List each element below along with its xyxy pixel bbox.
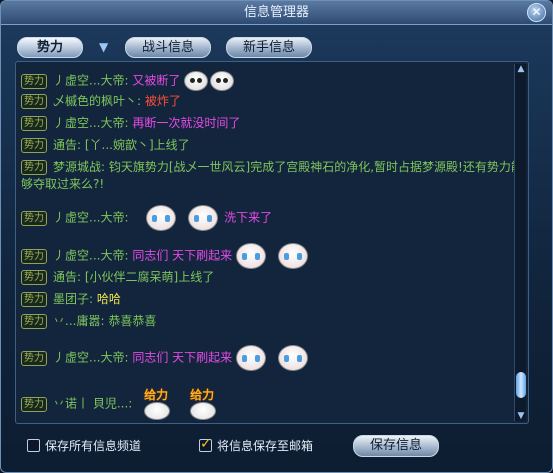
emoji-cry-icon (235, 243, 266, 269)
channel-tag: 势力 (21, 116, 47, 131)
list-item: 势力 墨团子: 哈哈 (21, 291, 527, 308)
save-to-mailbox-label[interactable]: 将信息保存至邮箱 (217, 437, 313, 454)
chat-scrollbar[interactable]: ▲ ▼ (514, 64, 526, 421)
save-info-button[interactable]: 保存信息 (353, 435, 439, 457)
message-sender[interactable]: 丷诺丨 貝児...: (53, 397, 132, 411)
message-sender: 通告: (53, 270, 82, 284)
chat-log-panel[interactable]: 势力 丿虚空...大帝: 又被断了 势力 乄槭色的枫叶丶: 被炸了 势力 丿虚空...… (15, 61, 529, 424)
scroll-up-arrow-icon[interactable]: ▲ (515, 64, 527, 74)
save-all-channels-checkbox[interactable] (27, 439, 40, 452)
message-sender: 梦源城战: (53, 160, 106, 174)
message-text: [丫...婉歆丶]上线了 (84, 138, 190, 152)
emoji-geili-icon: 给力 (182, 387, 224, 421)
list-item: 势力 丷...庸嚣: 恭喜恭喜 (21, 313, 527, 330)
tab-newbie-info[interactable]: 新手信息 (226, 37, 312, 58)
scroll-down-arrow-icon[interactable]: ▼ (515, 411, 527, 421)
scroll-thumb[interactable] (516, 372, 526, 398)
channel-tag: 势力 (21, 270, 47, 285)
tab-dropdown-arrow-icon[interactable]: ▼ (99, 40, 108, 54)
list-item: 势力 通告: [丫...婉歆丶]上线了 (21, 137, 527, 154)
channel-tag: 势力 (21, 94, 47, 109)
list-item: 势力 丿虚空...大帝: 洗下来了 (21, 205, 527, 231)
list-item: 势力 梦源城战: 钧天旗势力[战乄一世风云]完成了宫殿神石的净化,暂时占据梦源殿!… (21, 159, 527, 193)
emoji-cry-icon (146, 205, 177, 231)
message-text: 再断一次就没时间了 (132, 116, 241, 130)
message-text: 又被断了 (132, 73, 181, 88)
window-title: 信息管理器 (243, 5, 309, 20)
list-item: 势力 丿虚空...大帝: 同志们 天下刷起来 (21, 243, 527, 269)
message-sender[interactable]: 丷...庸嚣: (53, 314, 105, 328)
info-manager-window: 信息管理器 ✕ 势力 ▼ 战斗信息 新手信息 势力 丿虚空...大帝: 又被断了 … (0, 0, 553, 473)
message-sender[interactable]: 丿虚空...大帝: (53, 211, 129, 225)
message-text: 洗下来了 (224, 210, 273, 225)
channel-tag: 势力 (21, 292, 47, 307)
channel-tag: 势力 (21, 314, 47, 329)
emoji-cry-icon (277, 243, 308, 269)
list-item: 势力 通告: [小伙伴二腐呆萌]上线了 (21, 269, 527, 286)
list-item: 势力 丷诺丨 貝児...: 给力 给力 (21, 387, 527, 421)
channel-tag: 势力 (21, 248, 47, 264)
channel-tag: 势力 (21, 160, 47, 175)
title-bar[interactable]: 信息管理器 (1, 1, 552, 25)
message-text: 被炸了 (144, 94, 181, 108)
channel-tag: 势力 (21, 350, 47, 366)
list-item: 势力 丿虚空...大帝: 再断一次就没时间了 (21, 115, 527, 132)
message-sender[interactable]: 丿虚空...大帝: (53, 116, 129, 130)
save-all-channels-label[interactable]: 保存所有信息频道 (45, 437, 141, 454)
message-sender[interactable]: 丿虚空...大帝: (53, 351, 129, 365)
emoji-face-icon (184, 71, 209, 91)
message-text: 哈哈 (96, 292, 121, 306)
close-button[interactable]: ✕ (527, 3, 546, 22)
channel-tag: 势力 (21, 210, 47, 226)
message-text: 恭喜恭喜 (108, 314, 157, 328)
emoji-face-icon (210, 71, 235, 91)
emoji-geili-icon: 给力 (136, 387, 178, 421)
list-item: 势力 丿虚空...大帝: 同志们 天下刷起来 (21, 345, 527, 371)
message-sender[interactable]: 丿虚空...大帝: (53, 249, 129, 263)
channel-tag: 势力 (21, 73, 47, 89)
message-text: [小伙伴二腐呆萌]上线了 (84, 270, 215, 284)
close-icon: ✕ (531, 5, 542, 19)
list-item: 势力 乄槭色的枫叶丶: 被炸了 (21, 93, 527, 110)
message-text: 同志们 天下刷起来 (132, 248, 233, 263)
save-to-mailbox-checkbox[interactable]: ✓ (199, 436, 212, 452)
message-sender[interactable]: 乄槭色的枫叶丶: (53, 94, 141, 108)
list-item: 势力 丿虚空...大帝: 又被断了 (21, 71, 527, 91)
message-sender: 通告: (53, 138, 82, 152)
tab-faction[interactable]: 势力 (17, 37, 83, 58)
message-sender[interactable]: 墨团子: (53, 292, 93, 306)
emoji-cry-icon (188, 205, 219, 231)
emoji-cry-icon (277, 345, 308, 371)
emoji-cry-icon (235, 345, 266, 371)
channel-tag: 势力 (21, 396, 47, 412)
message-text: 同志们 天下刷起来 (132, 350, 233, 365)
tab-combat-info[interactable]: 战斗信息 (125, 37, 211, 58)
message-sender[interactable]: 丿虚空...大帝: (53, 74, 129, 88)
channel-tag: 势力 (21, 138, 47, 153)
checkmark-icon: ✓ (200, 436, 212, 452)
footer-bar: 保存所有信息频道 ✓ 将信息保存至邮箱 保存信息 (1, 431, 552, 461)
